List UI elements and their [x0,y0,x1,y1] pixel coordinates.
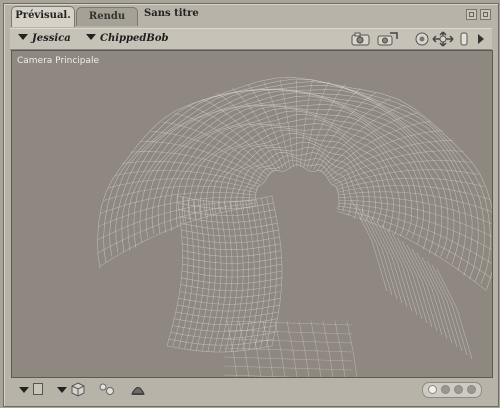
collapse-button[interactable] [466,9,477,20]
chevron-down-icon [18,34,28,40]
render-settings-icon[interactable] [414,31,430,47]
figure-menu-label: Jessica [32,33,71,44]
actor-menu[interactable]: ChippedBob [86,32,168,46]
view-dot[interactable] [428,385,437,394]
camera-icon[interactable] [350,31,372,47]
frame-icon[interactable] [32,381,44,397]
light-icon[interactable] [130,381,146,397]
close-button[interactable] [480,9,491,20]
close-icon [483,12,488,17]
view-dot[interactable] [441,385,450,394]
document-title: Sans titre [144,8,199,19]
tab-render[interactable]: Rendu [76,7,138,26]
view-selector[interactable] [422,382,482,398]
view-dot[interactable] [467,385,476,394]
spheres-icon[interactable] [98,381,116,397]
menu-caret-icon[interactable] [56,381,68,397]
view-dot[interactable] [454,385,463,394]
translate-icon[interactable] [432,31,454,47]
bottom-bar [10,379,492,399]
preview-window: Prévisual. Rendu Sans titre Jessica Chip… [3,3,499,407]
tab-row: Prévisual. Rendu Sans titre [4,4,498,27]
chevron-down-icon [86,34,96,40]
camera-move-icon[interactable] [375,31,399,47]
scale-icon[interactable] [459,31,469,47]
wireframe-head [97,77,492,377]
menu-caret-icon[interactable] [18,381,30,397]
cube-display-icon[interactable] [70,381,86,397]
more-arrow-icon[interactable] [476,31,486,47]
figure-menu[interactable]: Jessica [18,32,71,46]
actor-menu-label: ChippedBob [100,33,169,44]
collapse-icon [469,12,474,17]
camera-label: Camera Principale [17,56,100,66]
tab-preview[interactable]: Prévisual. [11,6,75,27]
toolbar: Jessica ChippedBob [10,28,492,50]
preview-viewport[interactable]: Camera Principale [11,50,493,378]
